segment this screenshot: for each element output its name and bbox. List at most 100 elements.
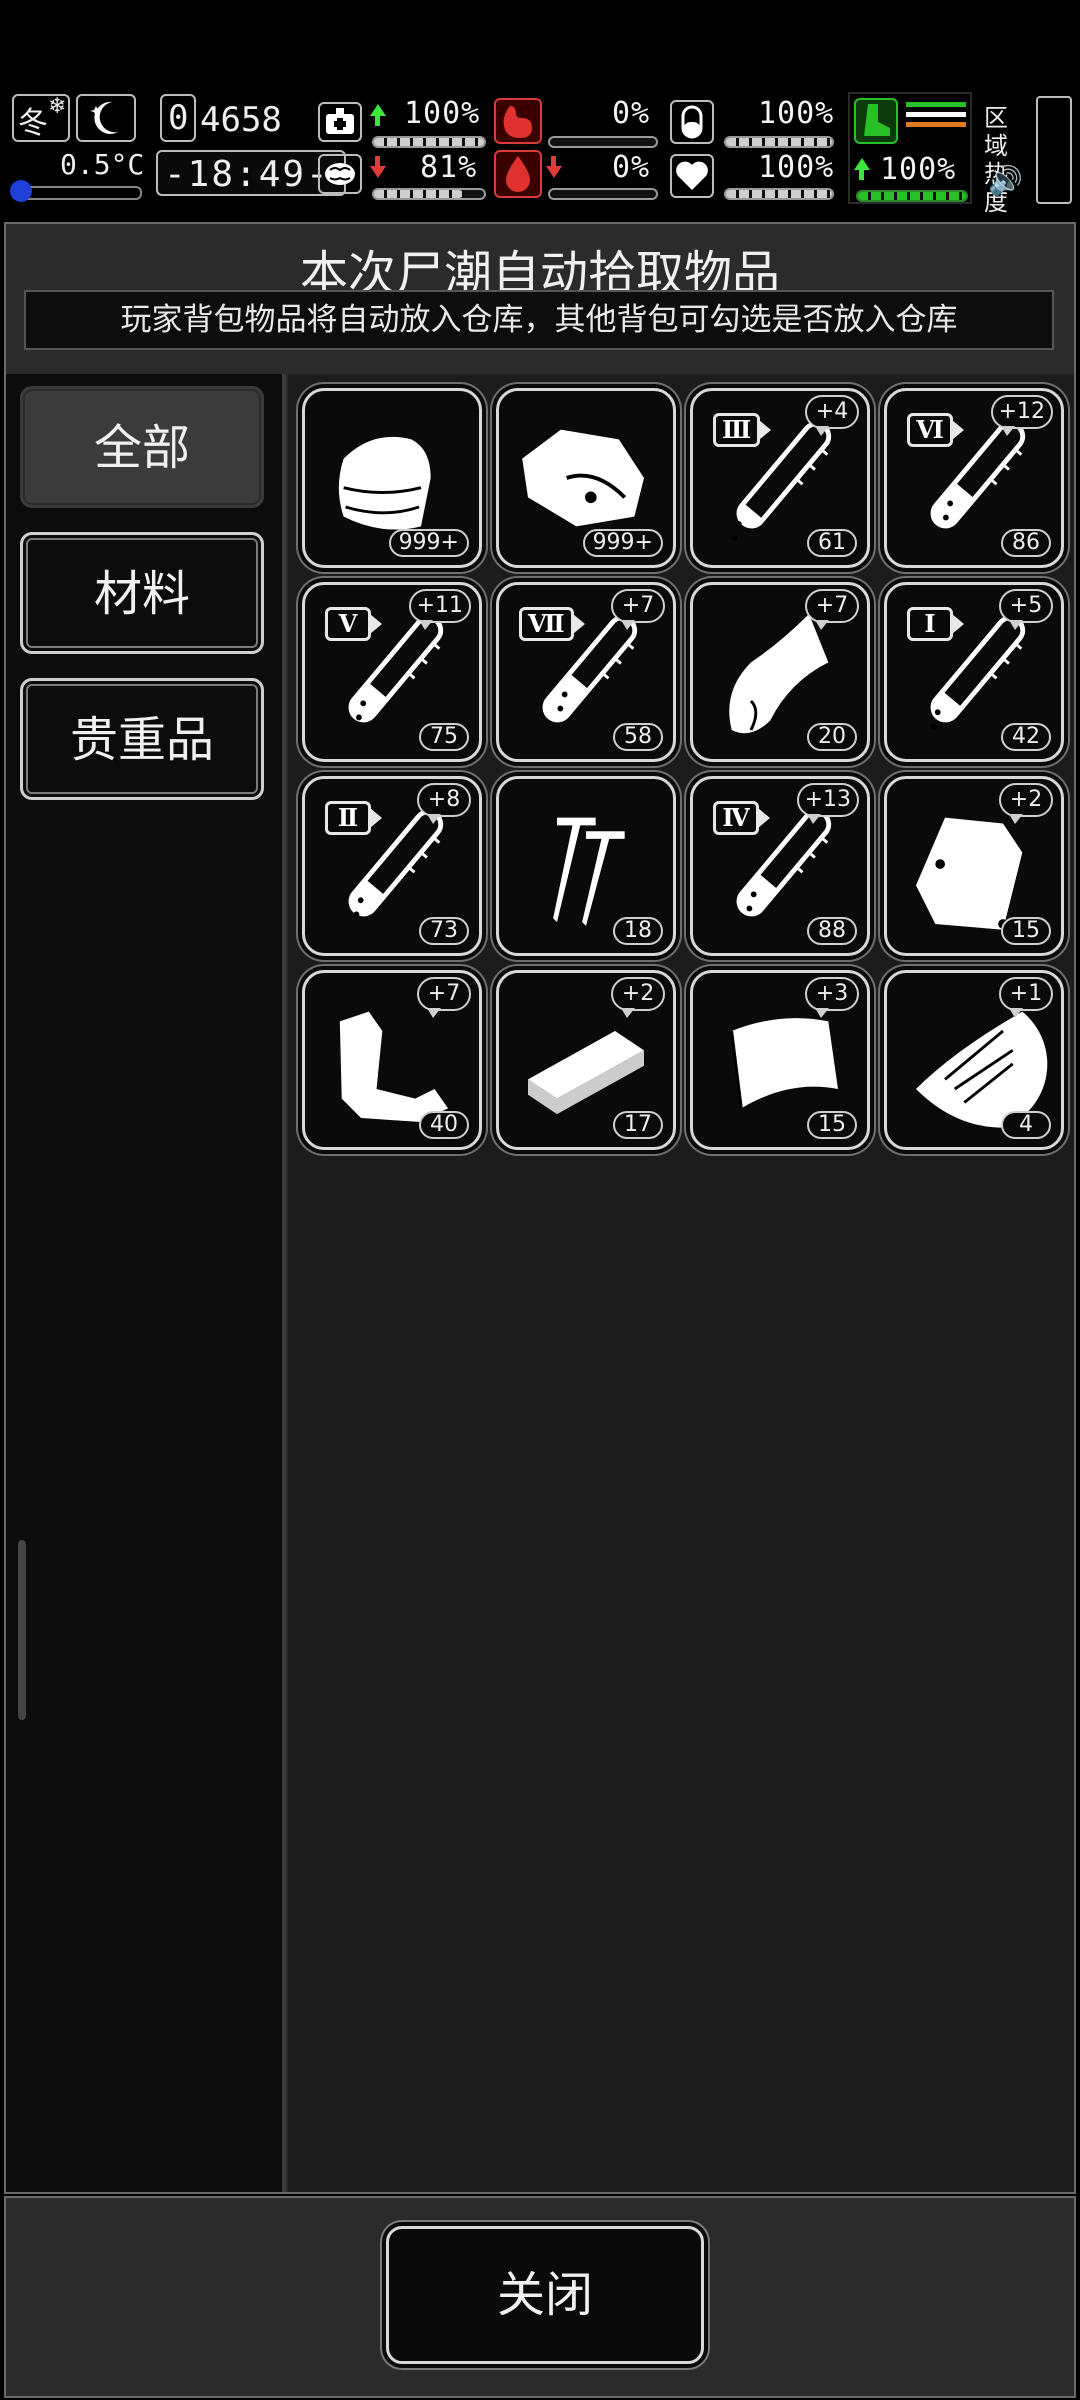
- item-quantity: 15: [1001, 917, 1051, 945]
- item-slot[interactable]: Ⅰ +5 42: [884, 582, 1064, 762]
- sidebar-scrollbar[interactable]: [18, 1540, 26, 1720]
- thirst-percent: 0%: [612, 150, 651, 185]
- bonus-badge: +7: [611, 589, 665, 630]
- item-slot[interactable]: Ⅵ +12 86: [884, 388, 1064, 568]
- bonus-badge: +2: [611, 977, 665, 1018]
- bonus-badge: +13: [796, 783, 859, 824]
- day-digit: 0: [168, 98, 189, 138]
- stamina-bar: [724, 136, 834, 148]
- status-hud: 冬 ❄ 0.5°C 0 4658 -18:49- 100% 0% 100% 81…: [0, 88, 1080, 216]
- sanity-percent: 81%: [420, 150, 478, 185]
- bonus-badge: +4: [805, 395, 859, 436]
- item-grid: 999+ 999+ Ⅲ +4 61 Ⅵ +12 86 Ⅴ +11 75 Ⅶ +7 58 +7 20 Ⅰ +5 42 Ⅱ…: [288, 374, 1074, 2192]
- item-quantity: 40: [419, 1111, 469, 1139]
- day-counter: 4658: [200, 100, 282, 140]
- tier-badge: Ⅴ: [325, 607, 382, 641]
- snow-icon: ❄: [48, 94, 67, 119]
- item-slot[interactable]: Ⅱ +8 73: [302, 776, 482, 956]
- stamina-percent: 100%: [758, 96, 835, 131]
- moon-indicator: [76, 94, 136, 142]
- blood-drop-icon: [494, 150, 542, 198]
- item-quantity: 58: [613, 723, 663, 751]
- dialog-footer: 关闭: [4, 2196, 1076, 2398]
- brain-icon: [318, 154, 362, 194]
- tier-badge: Ⅵ: [907, 413, 964, 447]
- bonus-badge: +1: [999, 977, 1053, 1018]
- auto-pickup-dialog: 本次尸潮自动拾取物品 玩家背包物品将自动放入仓库，其他背包可勾选是否放入仓库 全…: [4, 222, 1076, 2194]
- mood-bar: [724, 188, 834, 200]
- item-slot[interactable]: Ⅲ +4 61: [690, 388, 870, 568]
- dialog-subtitle: 玩家背包物品将自动放入仓库，其他背包可勾选是否放入仓库: [24, 290, 1054, 350]
- item-slot[interactable]: 999+: [302, 388, 482, 568]
- temperature-knob-icon: [10, 180, 32, 202]
- item-quantity: 42: [1001, 723, 1051, 751]
- season-label: 冬: [18, 106, 48, 141]
- bonus-badge: +5: [999, 589, 1053, 630]
- category-sidebar: 全部 材料 贵重品: [6, 374, 286, 2192]
- stomach-icon: [494, 98, 542, 144]
- item-quantity: 73: [419, 917, 469, 945]
- item-quantity: 20: [807, 723, 857, 751]
- tier-badge: Ⅶ: [519, 607, 585, 641]
- item-slot[interactable]: +2 15: [884, 776, 1064, 956]
- hunger-bar: [548, 136, 658, 148]
- tier-badge: Ⅱ: [325, 801, 382, 835]
- tab-materials[interactable]: 材料: [20, 532, 264, 654]
- item-slot[interactable]: Ⅳ +13 88: [690, 776, 870, 956]
- speed-block: 100%: [848, 92, 972, 204]
- bonus-badge: +3: [805, 977, 859, 1018]
- speed-stripes: [906, 102, 966, 127]
- temperature-readout: 0.5°C: [60, 148, 145, 181]
- hunger-percent: 0%: [612, 96, 651, 131]
- item-quantity: 75: [419, 723, 469, 751]
- item-quantity: 15: [807, 1111, 857, 1139]
- tier-badge: Ⅰ: [907, 607, 964, 641]
- item-slot[interactable]: 18: [496, 776, 676, 956]
- pill-icon: [670, 100, 714, 144]
- item-slot[interactable]: 999+: [496, 388, 676, 568]
- boot-icon: [854, 98, 898, 144]
- health-percent: 100%: [404, 96, 481, 131]
- day-digit-box: 0: [160, 94, 196, 142]
- item-slot[interactable]: +3 15: [690, 970, 870, 1150]
- season-indicator: 冬 ❄: [12, 94, 70, 142]
- item-slot[interactable]: Ⅶ +7 58: [496, 582, 676, 762]
- tab-all[interactable]: 全部: [20, 386, 264, 508]
- bonus-badge: +11: [408, 589, 471, 630]
- clock-time: -18:49-: [164, 154, 330, 195]
- speaker-icon[interactable]: 🔊: [988, 164, 1023, 197]
- moon-icon: [90, 101, 118, 134]
- tab-valuables[interactable]: 贵重品: [20, 678, 264, 800]
- tier-badge: Ⅳ: [713, 801, 770, 835]
- item-quantity: 61: [807, 529, 857, 557]
- item-quantity: 999+: [582, 529, 663, 557]
- bonus-badge: +8: [417, 783, 471, 824]
- item-slot[interactable]: Ⅴ +11 75: [302, 582, 482, 762]
- tier-badge: Ⅲ: [713, 413, 772, 447]
- zone-heat-label: 区域热度: [984, 104, 1008, 216]
- item-quantity: 999+: [388, 529, 469, 557]
- item-slot[interactable]: +2 17: [496, 970, 676, 1150]
- speed-bar: [856, 190, 968, 202]
- item-slot[interactable]: +7 40: [302, 970, 482, 1150]
- item-quantity: 18: [613, 917, 663, 945]
- speed-percent: 100%: [880, 152, 957, 187]
- heart-icon: [670, 154, 714, 198]
- mood-percent: 100%: [758, 150, 835, 185]
- thirst-bar: [548, 188, 658, 200]
- bonus-badge: +2: [999, 783, 1053, 824]
- zone-heat-meter: [1036, 96, 1072, 204]
- medkit-icon: [318, 102, 362, 142]
- item-quantity: 86: [1001, 529, 1051, 557]
- bonus-badge: +7: [417, 977, 471, 1018]
- bonus-badge: +12: [990, 395, 1053, 436]
- health-bar: [372, 136, 486, 148]
- bonus-badge: +7: [805, 589, 859, 630]
- item-slot[interactable]: +7 20: [690, 582, 870, 762]
- item-slot[interactable]: +1 4: [884, 970, 1064, 1150]
- close-button[interactable]: 关闭: [386, 2226, 704, 2364]
- item-quantity: 4: [1001, 1111, 1051, 1139]
- item-quantity: 17: [613, 1111, 663, 1139]
- sanity-bar: [372, 188, 486, 200]
- item-quantity: 88: [807, 917, 857, 945]
